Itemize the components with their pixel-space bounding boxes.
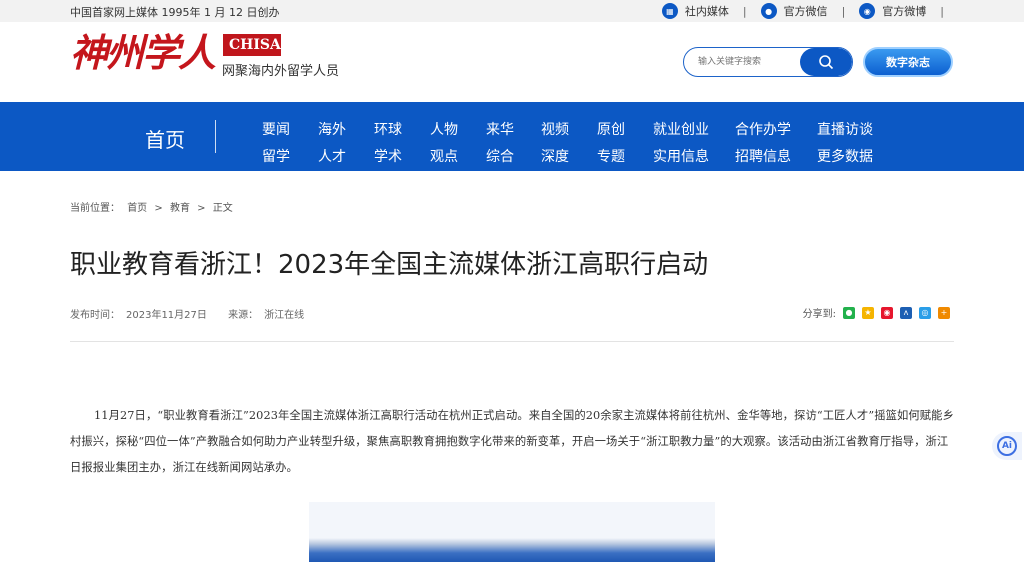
- nav-item[interactable]: 观点: [430, 146, 486, 166]
- nav-item[interactable]: 实用信息: [653, 146, 735, 166]
- weibo-icon: ◉: [859, 3, 876, 19]
- nav-row: 要闻 海外 环球 人物 来华 视频 原创 就业创业 合作办学 直播访谈: [262, 115, 887, 142]
- top-links: ▦ 社内媒体 | ● 官方微信 | ◉ 官方微博 |: [648, 3, 944, 19]
- share-label: 分享到:: [802, 309, 836, 320]
- nav-item[interactable]: 深度: [541, 146, 597, 166]
- nav-item[interactable]: 更多数据: [817, 146, 887, 166]
- date-label: 发布时间：: [70, 310, 120, 321]
- nav-item[interactable]: 海外: [318, 119, 374, 139]
- search-box: [683, 47, 853, 77]
- ai-icon: Ai: [997, 436, 1017, 456]
- logo-wordmark: 神州学人: [70, 30, 216, 75]
- nav-item[interactable]: 综合: [486, 146, 541, 166]
- separator: |: [940, 4, 944, 18]
- more-share-icon[interactable]: +: [938, 306, 950, 319]
- nav-item[interactable]: 人才: [318, 146, 374, 166]
- publish-date: 2023年11月27日: [126, 310, 207, 321]
- site-slogan: 网聚海内外留学人员: [222, 64, 340, 79]
- site-logo[interactable]: 神州学人 CHISA 网聚海内外留学人员: [70, 30, 339, 80]
- nav-item[interactable]: 学术: [374, 146, 430, 166]
- nav-item[interactable]: 就业创业: [653, 119, 735, 139]
- weibo-share-icon[interactable]: ◉: [881, 306, 893, 319]
- breadcrumb-link-education[interactable]: 教育: [170, 203, 190, 214]
- article-source: 浙江在线: [264, 310, 305, 321]
- site-header: 神州学人 CHISA 网聚海内外留学人员 数字杂志: [0, 22, 1024, 102]
- breadcrumb-current: 正文: [212, 203, 233, 214]
- nav-item[interactable]: 留学: [262, 146, 318, 166]
- main-nav: 首页 要闻 海外 环球 人物 来华 视频 原创 就业创业 合作办学 直播访谈 留…: [0, 102, 1024, 171]
- top-link-wechat[interactable]: ● 官方微信: [760, 3, 828, 19]
- nav-item[interactable]: 招聘信息: [735, 146, 817, 166]
- tencent-share-icon[interactable]: ◎: [919, 306, 931, 319]
- article-meta: 发布时间： 2023年11月27日 来源： 浙江在线: [70, 306, 310, 321]
- nav-item[interactable]: 要闻: [262, 119, 318, 139]
- article-paragraph: 11月27日，“职业教育看浙江”2023年全国主流媒体浙江高职行活动在杭州正式启…: [70, 409, 954, 474]
- grid-icon: ▦: [661, 3, 678, 19]
- founding-note: 中国首家网上媒体 1995年 1 月 12 日创办: [70, 6, 280, 19]
- nav-home[interactable]: 首页: [145, 124, 185, 153]
- search-icon: [819, 55, 834, 70]
- breadcrumb: 当前位置： 首页 > 教育 > 正文: [70, 199, 237, 214]
- top-link-label: 社内媒体: [684, 5, 729, 18]
- renren-share-icon[interactable]: ʌ: [900, 306, 912, 319]
- article-photo: [309, 502, 715, 562]
- breadcrumb-separator: >: [197, 203, 206, 214]
- nav-item[interactable]: 专题: [597, 146, 653, 166]
- separator: |: [742, 4, 747, 18]
- digital-magazine-button[interactable]: 数字杂志: [863, 47, 953, 77]
- nav-item[interactable]: 视频: [541, 119, 597, 139]
- nav-row: 留学 人才 学术 观点 综合 深度 专题 实用信息 招聘信息 更多数据: [262, 142, 887, 169]
- chisa-badge: CHISA: [223, 34, 281, 56]
- breadcrumb-link-home[interactable]: 首页: [127, 203, 147, 214]
- nav-divider: [215, 120, 216, 153]
- breadcrumb-separator: >: [154, 203, 163, 214]
- separator: |: [841, 4, 846, 18]
- source-label: 来源：: [228, 310, 259, 321]
- top-link-weibo[interactable]: ◉ 官方微博: [859, 3, 926, 19]
- nav-item[interactable]: 人物: [430, 119, 486, 139]
- meta-divider: [70, 341, 954, 342]
- breadcrumb-prefix: 当前位置：: [70, 203, 120, 214]
- top-link-internal-media[interactable]: ▦ 社内媒体: [661, 3, 729, 19]
- nav-item[interactable]: 合作办学: [735, 119, 817, 139]
- nav-item[interactable]: 来华: [486, 119, 541, 139]
- search-button[interactable]: [800, 48, 852, 76]
- search-input[interactable]: [684, 48, 794, 76]
- qzone-share-icon[interactable]: ★: [862, 306, 874, 319]
- nav-item[interactable]: 环球: [374, 119, 430, 139]
- share-bar: 分享到: ● ★ ◉ ʌ ◎ +: [803, 305, 950, 320]
- wechat-icon: ●: [760, 3, 777, 19]
- article-title: 职业教育看浙江！2023年全国主流媒体浙江高职行启动: [70, 250, 709, 280]
- ai-assistant-button[interactable]: Ai: [992, 432, 1022, 460]
- top-strip: 中国首家网上媒体 1995年 1 月 12 日创办 ▦ 社内媒体 | ● 官方微…: [0, 0, 1024, 22]
- top-link-label: 官方微博: [882, 5, 927, 18]
- nav-grid: 要闻 海外 环球 人物 来华 视频 原创 就业创业 合作办学 直播访谈 留学 人…: [262, 115, 887, 169]
- nav-item[interactable]: 原创: [597, 119, 653, 139]
- wechat-share-icon[interactable]: ●: [843, 306, 855, 319]
- nav-item[interactable]: 直播访谈: [817, 119, 887, 139]
- top-link-label: 官方微信: [783, 5, 828, 18]
